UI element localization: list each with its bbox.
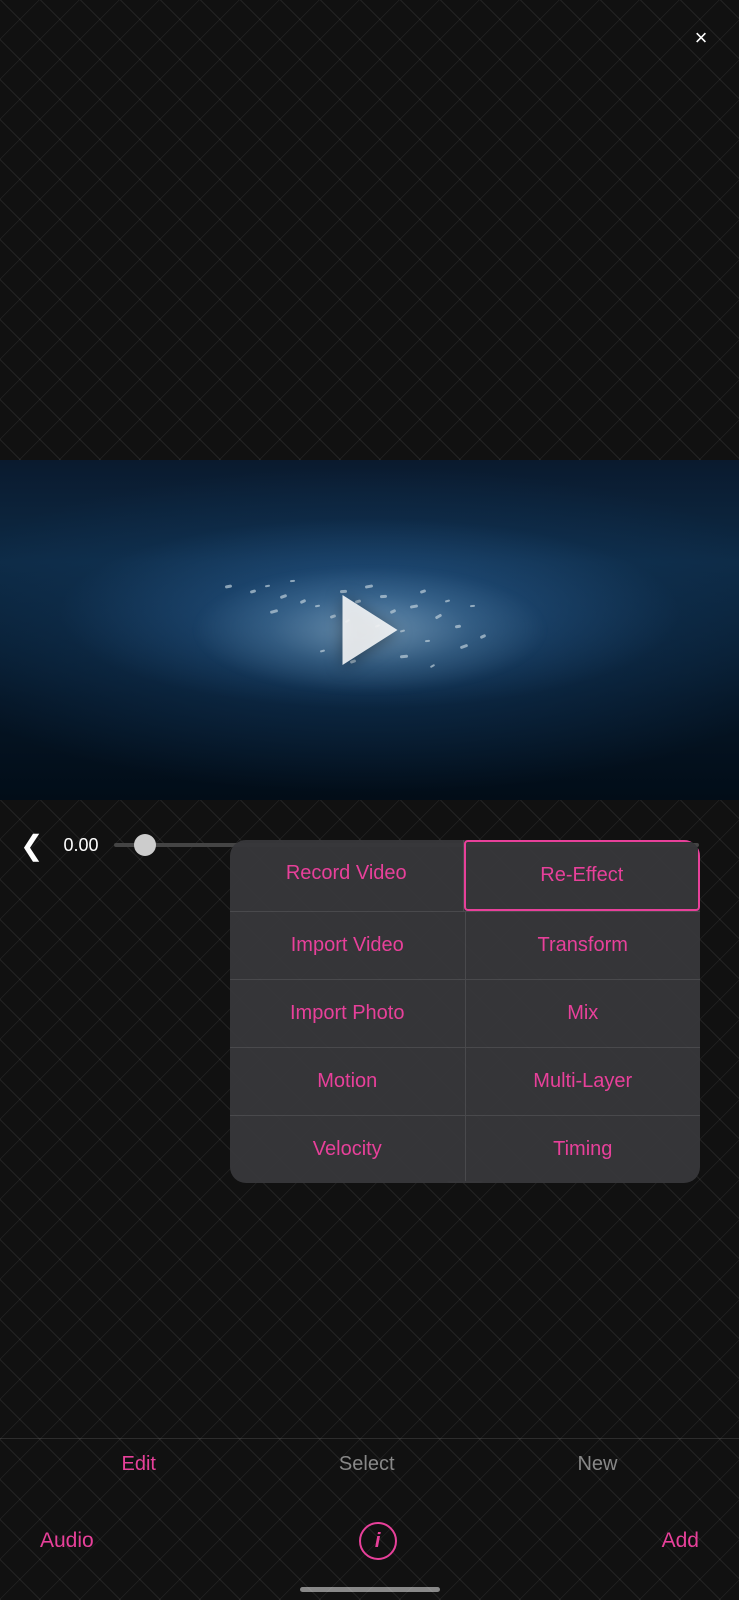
menu-row-3: Import Photo Mix <box>230 980 700 1048</box>
info-button[interactable]: i <box>359 1522 397 1560</box>
video-preview <box>0 460 739 800</box>
popup-menu: Record Video Re-Effect Import Video Tran… <box>230 840 700 1183</box>
nav-select[interactable]: Select <box>339 1453 395 1476</box>
diamond-grid-top <box>0 0 739 460</box>
menu-row-4: Motion Multi-Layer <box>230 1048 700 1116</box>
chevron-left-button[interactable]: ❮ <box>20 829 43 862</box>
timing-button[interactable]: Timing <box>466 1116 701 1183</box>
time-display: 0.00 <box>63 835 98 856</box>
nav-edit[interactable]: Edit <box>121 1453 155 1476</box>
menu-row-1: Record Video Re-Effect <box>230 840 700 912</box>
velocity-button[interactable]: Velocity <box>230 1116 466 1183</box>
import-photo-button[interactable]: Import Photo <box>230 980 466 1047</box>
play-button[interactable] <box>342 595 397 665</box>
menu-row-2: Import Video Transform <box>230 912 700 980</box>
bottom-nav: Edit Select New <box>0 1438 739 1490</box>
menu-row-5: Velocity Timing <box>230 1116 700 1183</box>
close-button[interactable]: × <box>683 20 719 56</box>
bottom-section: ❮ 0.00 Record Video Re-Effect Import Vid… <box>0 800 739 1600</box>
footer-toolbar: Audio i Add <box>0 1522 739 1560</box>
import-video-button[interactable]: Import Video <box>230 912 466 979</box>
audio-button[interactable]: Audio <box>40 1529 94 1553</box>
top-section: × <box>0 0 739 460</box>
transform-button[interactable]: Transform <box>466 912 701 979</box>
motion-button[interactable]: Motion <box>230 1048 466 1115</box>
record-video-button[interactable]: Record Video <box>230 840 464 911</box>
nav-new[interactable]: New <box>577 1453 617 1476</box>
multi-layer-button[interactable]: Multi-Layer <box>466 1048 701 1115</box>
add-button[interactable]: Add <box>662 1529 699 1553</box>
home-indicator <box>300 1587 440 1592</box>
mix-button[interactable]: Mix <box>466 980 701 1047</box>
slider-thumb[interactable] <box>134 834 156 856</box>
re-effect-button[interactable]: Re-Effect <box>464 840 701 911</box>
